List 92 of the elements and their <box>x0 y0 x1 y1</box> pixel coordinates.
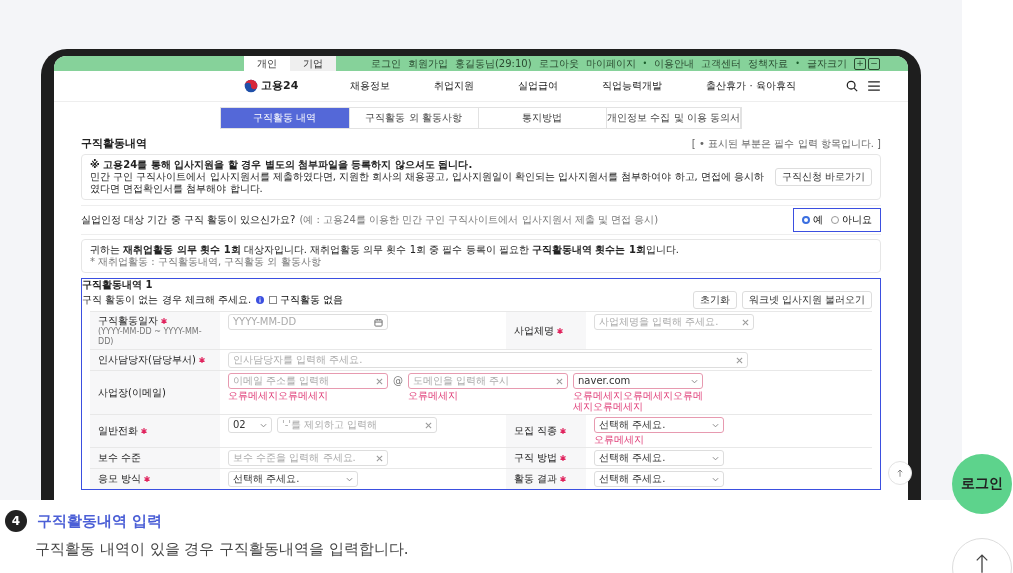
field-label: 보수 수준 <box>98 452 143 465</box>
select-field[interactable]: 선택해 주세요. <box>594 417 724 434</box>
caret-icon <box>260 422 267 428</box>
apply-shortcut-button[interactable]: 구직신청 바로가기 <box>774 168 872 187</box>
font-size-button[interactable]: + <box>854 57 866 70</box>
separator-dot: • <box>795 58 800 69</box>
separator-dot: • <box>642 58 648 69</box>
field-label: 사업체명 <box>514 324 578 337</box>
form-button[interactable]: 워크넷 입사지원 불러오기 <box>741 291 872 310</box>
select-field[interactable]: 선택해 주세요. <box>228 471 358 488</box>
select-field[interactable]: 선택해 주세요. <box>594 450 724 467</box>
arrow-up-icon <box>975 553 989 573</box>
field-label: 활동 결과 <box>514 473 578 486</box>
required-icon <box>198 357 205 364</box>
error-message: 오류메세지 <box>594 434 645 446</box>
clear-icon[interactable] <box>742 318 749 326</box>
section-tab[interactable]: 개인정보 수집 및 이용 동의서 <box>607 108 741 128</box>
info-icon <box>256 296 265 305</box>
caret-icon <box>712 476 719 482</box>
no-activity-checkbox[interactable]: 구직활동 없음 <box>269 294 344 307</box>
required-icon <box>557 327 563 334</box>
required-icon <box>560 476 567 483</box>
field-sublabel: (YYYY-MM-DD ~ YYYY-MM-DD) <box>98 327 203 347</box>
required-icon <box>560 428 567 435</box>
logo-icon <box>244 79 258 93</box>
field-label: 구직활동일자 <box>98 315 212 328</box>
question-text: 실업인정 대상 기간 중 구직 활동이 있으신가요? <box>81 214 296 227</box>
nav-item[interactable]: 출산휴가 · 육아휴직 <box>706 80 796 92</box>
field-label: 사업장(이메일) <box>98 386 167 399</box>
required-icon <box>161 318 167 325</box>
caret-icon <box>712 422 719 428</box>
notice-headline: ※ 고용24를 통해 입사지원을 할 경우 별도의 첨부파일을 등록하지 않으셔도 됩니다. <box>90 159 474 172</box>
question-example: (예 : 고용24를 이용한 민간 구인 구직사이트에서 입사지원서 제출 및 면접 응시) <box>299 214 659 227</box>
user-type-tab[interactable]: 개인 <box>244 56 290 71</box>
form-title: 구직활동내역 1 <box>82 279 154 292</box>
field-label: 일반전화 <box>98 425 212 438</box>
caret-icon <box>346 476 353 482</box>
form-hint: 구직 활동이 없는 경우 체크해 주세요. <box>82 294 252 307</box>
utility-link[interactable]: 로그아웃 <box>538 57 579 70</box>
clear-icon[interactable] <box>556 377 563 385</box>
font-size-button[interactable]: − <box>868 57 880 70</box>
clear-icon[interactable] <box>425 421 432 429</box>
radio-option[interactable]: 예 <box>802 214 823 227</box>
step-description: 구직활동 내역이 있을 경우 구직활동내역을 입력합니다. <box>35 540 409 559</box>
required-icon <box>560 455 567 462</box>
field-label: 응모 방식 <box>98 473 212 486</box>
info-footnote: * 재취업활동 : 구직활동내역, 구직활동 외 활동사항 <box>90 256 322 269</box>
utility-link[interactable]: 글자크기 <box>807 57 847 70</box>
step-badge: 4 <box>5 510 27 532</box>
menu-icon[interactable] <box>868 81 880 91</box>
notice-text: 민간 구인 구직사이트에서 입사지원서를 제출하였다면, 지원한 회사의 채용공고, 입사지원일이 확인되는 입사지원서를 첨부하여야 하고, 면접에 응시하였다면 면접확인서를 첨부해야 합니다. <box>90 171 765 195</box>
required-note: [ • 표시된 부분은 필수 입력 항목입니다. ] <box>691 138 881 151</box>
login-button[interactable]: 로그인 <box>952 454 1012 514</box>
required-icon <box>144 476 151 483</box>
step-title: 구직활동내역 입력 <box>37 511 163 531</box>
radio-option[interactable]: 아니요 <box>831 214 872 227</box>
nav-item[interactable]: 채용정보 <box>350 80 391 92</box>
error-message: 오류메세지오류메세지오류메세지오류메세지 <box>573 390 703 413</box>
utility-link[interactable]: 정책자료 <box>748 57 789 70</box>
section-tab[interactable]: 구직활동 내역 <box>221 108 350 128</box>
logo-text[interactable]: 고용24 <box>261 79 299 93</box>
utility-link[interactable]: 마이페이지 <box>585 57 636 70</box>
clear-icon[interactable] <box>736 356 743 364</box>
error-message: 오류메세지오류메세지 <box>228 390 329 402</box>
clear-icon[interactable] <box>376 454 383 462</box>
utility-link[interactable]: 홍길동님(29:10) <box>454 57 532 70</box>
user-type-tab[interactable]: 기업 <box>290 56 336 71</box>
utility-link[interactable]: 로그인 <box>370 57 401 70</box>
field-label: 모집 직종 <box>514 425 578 438</box>
required-icon <box>141 428 147 435</box>
info-text: 귀하는 재취업활동 의무 횟수 1회 대상자입니다. 재취업활동 의무 횟수 1회 중 필수 등록이 필요한 구직활동내역 횟수는 1회입니다. <box>90 244 680 256</box>
error-message: 오류메세지 <box>408 390 459 402</box>
clear-icon[interactable] <box>376 377 383 385</box>
nav-item[interactable]: 직업능력개발 <box>602 80 663 92</box>
utility-link[interactable]: 고객센터 <box>701 57 742 70</box>
search-icon[interactable] <box>846 80 858 92</box>
utility-link[interactable]: 이용안내 <box>654 57 695 70</box>
caret-icon <box>712 455 719 461</box>
form-button[interactable]: 초기화 <box>692 291 737 310</box>
at-sign: @ <box>393 374 403 389</box>
field-label: 구직 방법 <box>514 452 578 465</box>
nav-item[interactable]: 취업지원 <box>434 80 475 92</box>
select-field[interactable]: naver.com <box>573 373 703 390</box>
caret-icon <box>691 378 698 384</box>
nav-item[interactable]: 실업급여 <box>518 80 559 92</box>
arrow-up-icon <box>897 469 903 477</box>
utility-link[interactable]: 회원가입 <box>407 57 448 70</box>
select-field[interactable]: 02 <box>228 417 272 434</box>
calendar-icon[interactable] <box>374 317 383 327</box>
section-title: 구직활동내역 <box>81 137 147 151</box>
field-label: 인사담당자(담당부서) <box>98 354 212 367</box>
select-field[interactable]: 선택해 주세요. <box>594 471 724 488</box>
